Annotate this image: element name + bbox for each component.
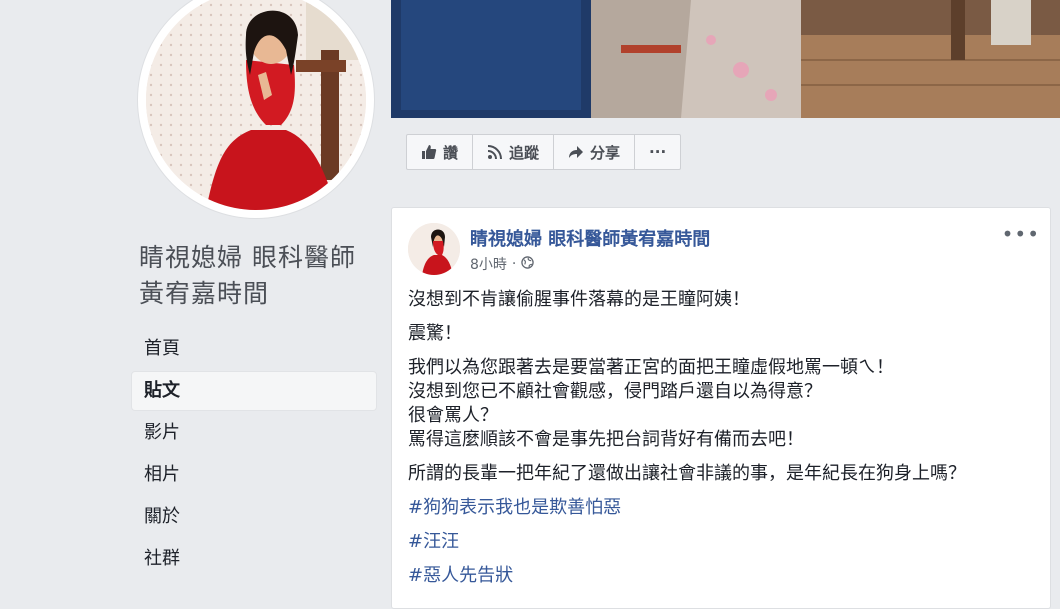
post-author-name[interactable]: 睛視媳婦 眼科醫師黃宥嘉時間 <box>470 225 710 251</box>
post-meta: 8小時 · <box>470 254 535 274</box>
follow-button[interactable]: 追蹤 <box>472 134 555 170</box>
post-options-icon[interactable]: ••• <box>1002 222 1040 246</box>
share-button[interactable]: 分享 <box>553 134 636 170</box>
sidebar-item-about[interactable]: 關於 <box>132 498 376 536</box>
post-paragraph-3: 我們以為您跟著去是要當著正宮的面把王瞳虛假地罵一頓ㄟ！ 沒想到您已不顧社會觀感，… <box>408 356 1044 452</box>
post-line: 我們以為您跟著去是要當著正宮的面把王瞳虛假地罵一頓ㄟ！ <box>408 357 894 378</box>
sidebar-nav: 首頁 貼文 影片 相片 關於 社群 <box>132 330 376 582</box>
share-arrow-icon <box>568 144 584 160</box>
like-label: 讚 <box>443 143 459 162</box>
follow-label: 追蹤 <box>509 143 540 162</box>
sidebar-item-posts[interactable]: 貼文 <box>132 372 376 410</box>
hashtag-link[interactable]: #惡人先告狀 <box>408 564 1044 588</box>
share-label: 分享 <box>590 143 621 162</box>
profile-picture-frame[interactable] <box>138 0 374 218</box>
post-line: 罵得這麼順該不會是事先把台詞背好有備而去吧！ <box>408 429 804 450</box>
more-label: ··· <box>649 143 667 161</box>
profile-picture[interactable] <box>146 0 366 210</box>
post-body: 沒想到不肯讓偷腥事件落幕的是王瞳阿姨！ 震驚！ 我們以為您跟著去是要當著正宮的面… <box>408 288 1044 598</box>
page-name-line2: 黃宥嘉時間 <box>139 279 270 308</box>
post-line: 很會罵人？ <box>408 405 498 426</box>
sidebar-item-videos[interactable]: 影片 <box>132 414 376 452</box>
hashtag-link[interactable]: #汪汪 <box>408 530 1044 554</box>
globe-icon[interactable] <box>521 255 535 273</box>
post-line: 沒想到您已不顧社會觀感，侵門踏戶還自以為得意？ <box>408 381 822 402</box>
page-name: 睛視媳婦 眼科醫師 黃宥嘉時間 <box>139 240 379 312</box>
more-options-button[interactable]: ··· <box>634 134 682 170</box>
hashtag-link[interactable]: #狗狗表示我也是欺善怕惡 <box>408 496 1044 520</box>
post-timestamp[interactable]: 8小時 <box>470 254 507 274</box>
post-author-avatar[interactable] <box>408 223 460 275</box>
page-action-bar: 讚 追蹤 分享 ··· <box>406 134 682 170</box>
post-paragraph-4: 所謂的長輩一把年紀了還做出讓社會非議的事，是年紀長在狗身上嗎？ <box>408 463 966 484</box>
thumbs-up-icon <box>421 144 437 160</box>
like-button[interactable]: 讚 <box>406 134 474 170</box>
sidebar-item-photos[interactable]: 相片 <box>132 456 376 494</box>
post-paragraph-2: 震驚！ <box>408 323 462 344</box>
page-name-line1: 睛視媳婦 眼科醫師 <box>139 243 356 272</box>
sidebar-item-community[interactable]: 社群 <box>132 540 376 578</box>
sidebar-item-home[interactable]: 首頁 <box>132 330 376 368</box>
post-card: 睛視媳婦 眼科醫師黃宥嘉時間 8小時 · ••• 沒想到不肯讓偷腥事件落幕的是王… <box>391 207 1051 609</box>
cover-photo[interactable] <box>391 0 1060 118</box>
post-paragraph-1: 沒想到不肯讓偷腥事件落幕的是王瞳阿姨！ <box>408 289 750 310</box>
meta-separator: · <box>511 256 517 272</box>
rss-follow-icon <box>487 144 503 160</box>
